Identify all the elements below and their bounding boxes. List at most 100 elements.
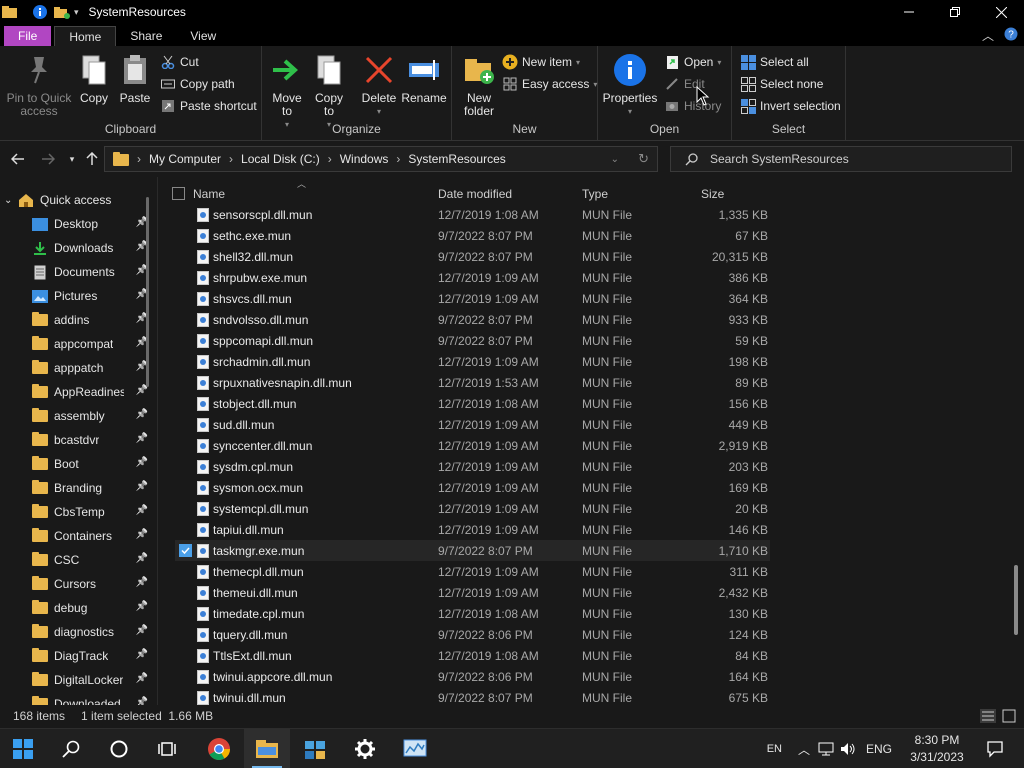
nav-item[interactable]: DiagTrack 📌: [32, 644, 148, 668]
keyboard-language[interactable]: ENG: [866, 742, 892, 756]
forward-button[interactable]: [38, 150, 58, 168]
file-row[interactable]: sysdm.cpl.mun 12/7/2019 1:09 AM MUN File 20…: [175, 456, 770, 477]
copy-path-button[interactable]: Copy path: [160, 74, 235, 94]
breadcrumb-local-disk[interactable]: Local Disk (C:): [241, 152, 320, 166]
nav-item[interactable]: AppReadiness📌: [32, 380, 148, 404]
file-row[interactable]: taskmgr.exe.mun 9/7/2022 8:07 PM MUN File 1…: [175, 540, 770, 561]
file-list-scrollbar[interactable]: [1014, 565, 1018, 635]
file-row[interactable]: sysmon.ocx.mun 12/7/2019 1:09 AM MUN File 1…: [175, 477, 770, 498]
select-all-button[interactable]: Select all: [740, 52, 809, 72]
nav-item-quick-access[interactable]: ⌄ Quick access: [4, 188, 154, 212]
pin-icon[interactable]: 📌: [136, 409, 148, 420]
nav-item[interactable]: assembly 📌: [32, 404, 148, 428]
pin-icon[interactable]: 📌: [136, 481, 148, 492]
maximize-button[interactable]: [932, 0, 978, 24]
address-dropdown-icon[interactable]: ⌄: [611, 154, 619, 165]
help-icon[interactable]: ?: [1004, 27, 1018, 41]
pin-to-quick-access-button[interactable]: Pin to Quick access: [6, 52, 72, 118]
pin-icon[interactable]: 📌: [136, 553, 148, 564]
nav-item[interactable]: Containers 📌: [32, 524, 148, 548]
properties-button[interactable]: Properties ▾: [603, 52, 657, 118]
file-row[interactable]: srchadmin.dll.mun 12/7/2019 1:09 AM MUN Fi…: [175, 351, 770, 372]
new-folder-button[interactable]: New folder: [460, 52, 498, 118]
close-button[interactable]: [978, 0, 1024, 24]
new-item-button[interactable]: New item ▾: [502, 52, 580, 72]
chrome-button[interactable]: [196, 729, 242, 768]
pin-icon[interactable]: 📌: [136, 529, 148, 540]
clock[interactable]: 8:30 PM 3/31/2023: [900, 732, 974, 766]
file-row[interactable]: shsvcs.dll.mun 12/7/2019 1:09 AM MUN File 3…: [175, 288, 770, 309]
pin-icon[interactable]: 📌: [136, 673, 148, 684]
nav-item[interactable]: Downloads 📌: [32, 236, 148, 260]
file-row[interactable]: synccenter.dll.mun 12/7/2019 1:09 AM MUN F…: [175, 435, 770, 456]
resource-monitor-button[interactable]: [392, 729, 438, 768]
tab-share[interactable]: Share: [116, 26, 176, 46]
file-row[interactable]: sppcomapi.dll.mun 9/7/2022 8:07 PM MUN Fil…: [175, 330, 770, 351]
nav-item[interactable]: diagnostics 📌: [32, 620, 148, 644]
up-button[interactable]: [82, 150, 102, 168]
easy-access-button[interactable]: Easy access ▾: [502, 74, 597, 94]
new-folder-icon[interactable]: [54, 4, 70, 20]
pin-icon[interactable]: 📌: [136, 577, 148, 588]
file-row[interactable]: sud.dll.mun 12/7/2019 1:09 AM MUN File 449 …: [175, 414, 770, 435]
minimize-button[interactable]: [886, 0, 932, 24]
pin-icon[interactable]: 📌: [136, 625, 148, 636]
nav-item[interactable]: apppatch 📌: [32, 356, 148, 380]
column-size[interactable]: Size: [701, 187, 724, 201]
pin-icon[interactable]: 📌: [136, 601, 148, 612]
open-button[interactable]: Open ▾: [664, 52, 721, 72]
rename-button[interactable]: Rename: [401, 52, 447, 105]
tab-view[interactable]: View: [176, 26, 230, 46]
nav-item[interactable]: bcastdvr 📌: [32, 428, 148, 452]
pin-icon[interactable]: 📌: [136, 697, 148, 705]
show-hidden-icons-icon[interactable]: ︿: [798, 741, 810, 758]
nav-item[interactable]: CSC 📌: [32, 548, 148, 572]
large-icons-view-icon[interactable]: [1002, 709, 1016, 723]
copy-to-button[interactable]: Copy to ▾: [312, 52, 346, 131]
select-none-button[interactable]: Select none: [740, 74, 823, 94]
nav-item[interactable]: Downloaded 📌: [32, 692, 148, 705]
volume-icon[interactable]: [840, 742, 856, 756]
details-view-icon[interactable]: [980, 709, 996, 723]
file-row[interactable]: themeui.dll.mun 12/7/2019 1:09 AM MUN File…: [175, 582, 770, 603]
file-row[interactable]: stobject.dll.mun 12/7/2019 1:08 AM MUN Fil…: [175, 393, 770, 414]
file-row[interactable]: timedate.cpl.mun 12/7/2019 1:08 AM MUN Fil…: [175, 603, 770, 624]
pin-icon[interactable]: 📌: [136, 457, 148, 468]
file-row[interactable]: srpuxnativesnapin.dll.mun 12/7/2019 1:53 …: [175, 372, 770, 393]
nav-item[interactable]: appcompat 📌: [32, 332, 148, 356]
collapse-ribbon-icon[interactable]: ︿: [982, 27, 994, 44]
paste-shortcut-button[interactable]: Paste shortcut: [160, 96, 257, 116]
notifications-icon[interactable]: [986, 740, 1004, 758]
app-button[interactable]: [292, 729, 338, 768]
tab-file[interactable]: File: [4, 26, 52, 46]
nav-item[interactable]: DigitalLocker 📌: [32, 668, 148, 692]
back-button[interactable]: [8, 150, 28, 168]
copy-button[interactable]: Copy: [78, 52, 110, 105]
file-row[interactable]: tapiui.dll.mun 12/7/2019 1:09 AM MUN File 1…: [175, 519, 770, 540]
refresh-icon[interactable]: ↻: [638, 151, 649, 167]
file-row[interactable]: sensorscpl.dll.mun 12/7/2019 1:08 AM MUN F…: [175, 204, 770, 225]
search-taskbar-button[interactable]: [48, 729, 94, 768]
breadcrumb-my-computer[interactable]: My Computer: [149, 152, 221, 166]
file-row[interactable]: sethc.exe.mun 9/7/2022 8:07 PM MUN File 67 …: [175, 225, 770, 246]
start-button[interactable]: [0, 729, 46, 768]
nav-scrollbar[interactable]: [146, 197, 149, 387]
pin-icon[interactable]: 📌: [136, 649, 148, 660]
delete-button[interactable]: Delete ▾: [360, 52, 398, 118]
breadcrumb-systemresources[interactable]: SystemResources: [408, 152, 505, 166]
file-explorer-button[interactable]: [244, 729, 290, 768]
input-language[interactable]: EN: [767, 743, 782, 755]
nav-item[interactable]: debug 📌: [32, 596, 148, 620]
nav-item[interactable]: Documents 📌: [32, 260, 148, 284]
file-row[interactable]: sndvolsso.dll.mun 9/7/2022 8:07 PM MUN Fil…: [175, 309, 770, 330]
nav-item[interactable]: Boot 📌: [32, 452, 148, 476]
breadcrumb-windows[interactable]: Windows: [340, 152, 389, 166]
file-row[interactable]: shrpubw.exe.mun 12/7/2019 1:09 AM MUN File…: [175, 267, 770, 288]
pin-icon[interactable]: 📌: [136, 433, 148, 444]
cut-button[interactable]: Cut: [160, 52, 199, 72]
history-button[interactable]: History: [664, 96, 721, 116]
file-row[interactable]: themecpl.dll.mun 12/7/2019 1:09 AM MUN Fil…: [175, 561, 770, 582]
nav-item[interactable]: Branding 📌: [32, 476, 148, 500]
file-row[interactable]: twinui.appcore.dll.mun 9/7/2022 8:06 PM MU…: [175, 666, 770, 687]
network-icon[interactable]: [818, 742, 834, 756]
